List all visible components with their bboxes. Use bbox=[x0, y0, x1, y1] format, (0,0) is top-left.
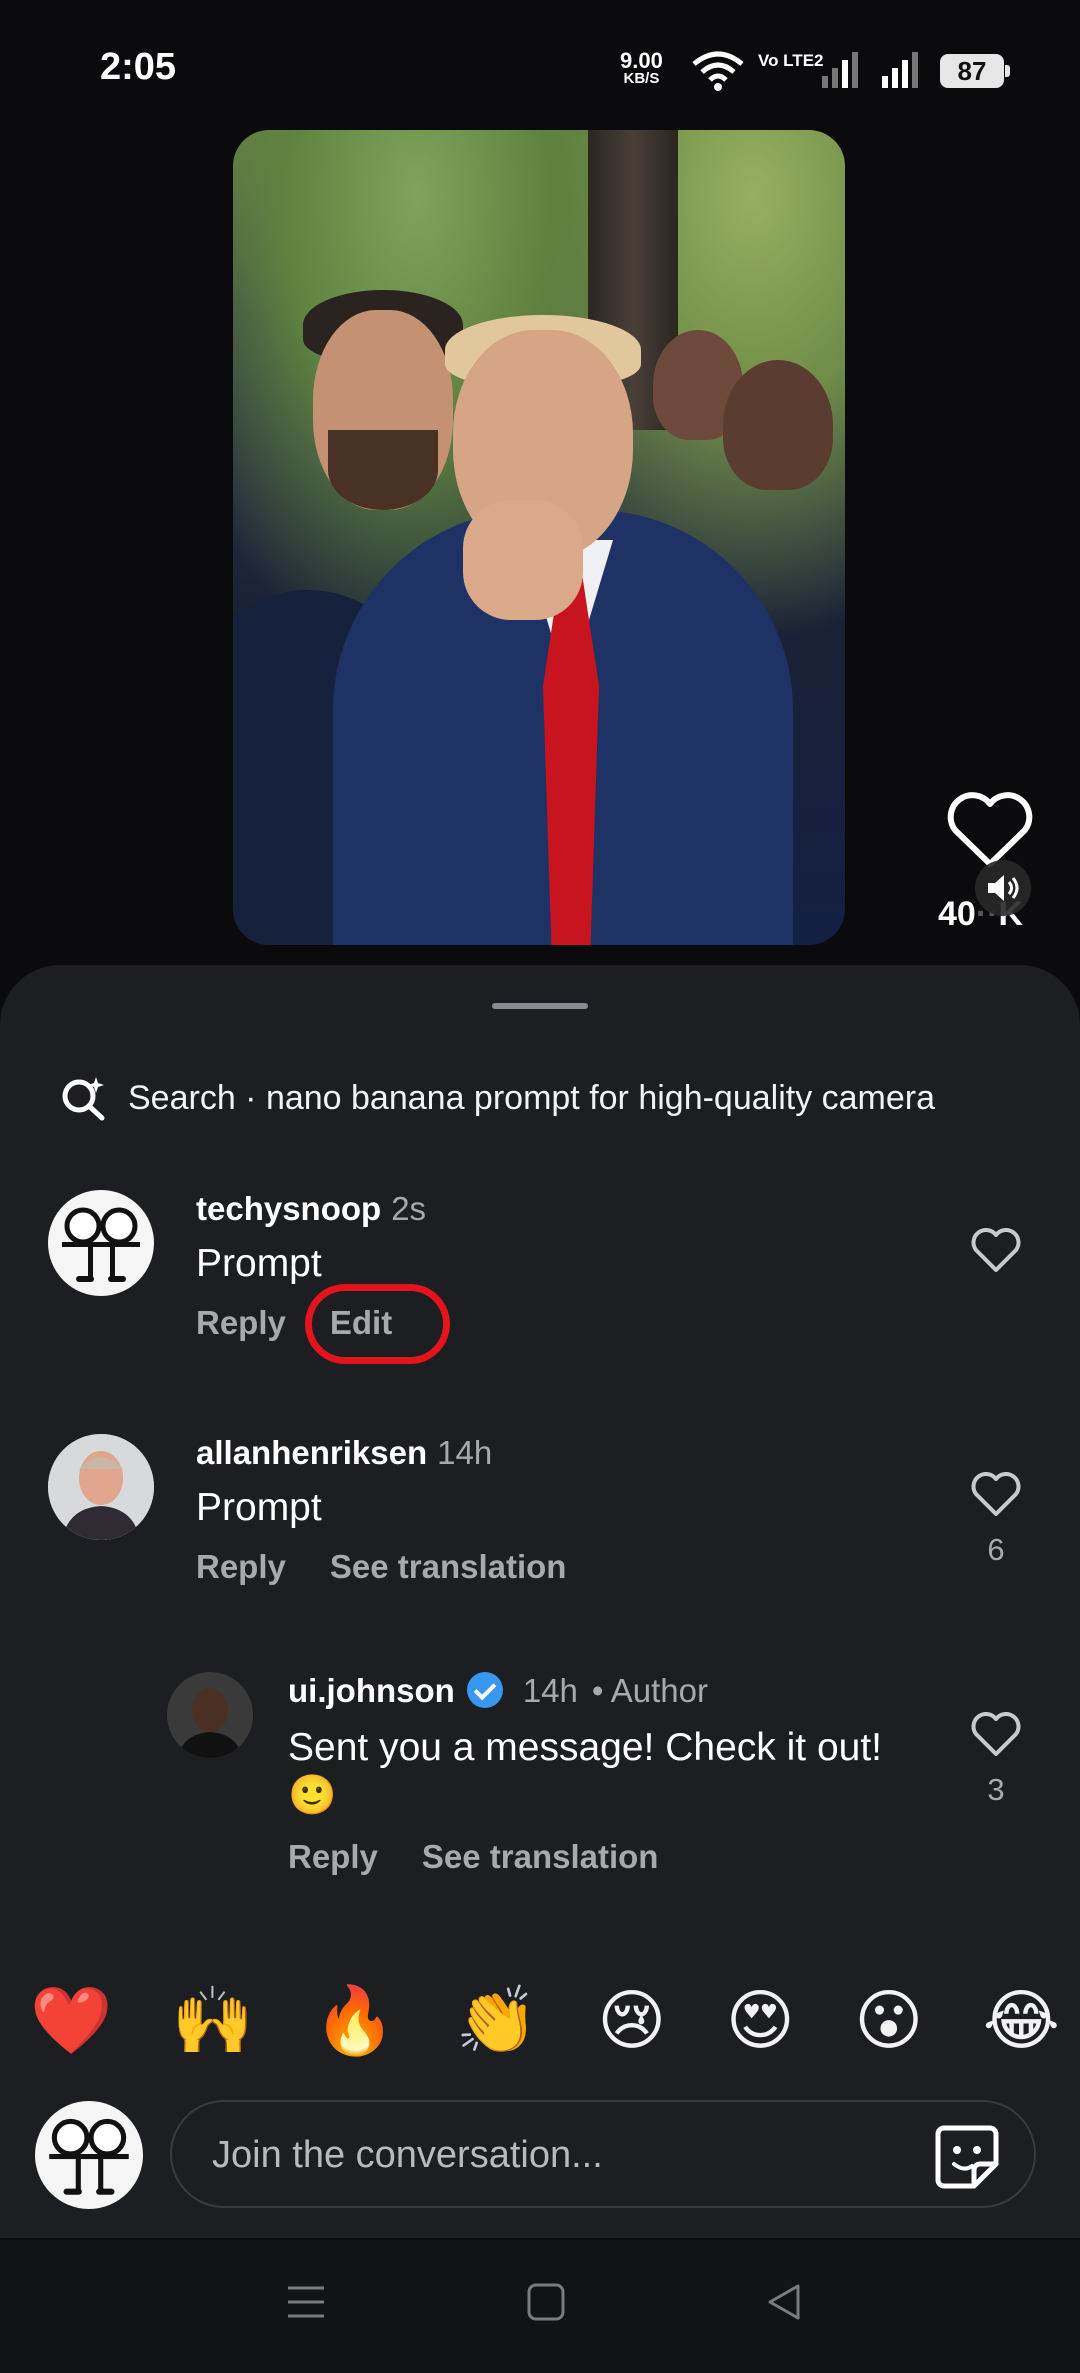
video-scene-hand bbox=[463, 500, 583, 620]
comment-username[interactable]: techysnoop 2s bbox=[196, 1190, 426, 1228]
see-translation-button[interactable]: See translation bbox=[330, 1548, 567, 1585]
emoji-button[interactable]: 🙌 bbox=[172, 1975, 254, 2065]
signal-icon-sim1 bbox=[822, 52, 858, 88]
comment-item: allanhenriksen 14h Prompt Reply See transl… bbox=[0, 1434, 1080, 1604]
comment-item: techysnoop 2s Prompt Reply Edit bbox=[0, 1190, 1080, 1360]
emoji-button[interactable]: ❤️ bbox=[30, 1975, 112, 2065]
emoji-button[interactable]: 😮 bbox=[854, 1975, 923, 2065]
reply-button[interactable]: Reply bbox=[196, 1548, 286, 1585]
like-count: 3 bbox=[987, 1772, 1005, 1807]
reply-button[interactable]: Reply bbox=[288, 1838, 378, 1875]
verified-badge-icon bbox=[466, 1672, 503, 1708]
drag-handle[interactable] bbox=[492, 1003, 588, 1009]
status-bar: 2:05 9.00 KB/S Vo LTE2 87 bbox=[0, 0, 1080, 130]
heart-icon[interactable] bbox=[945, 790, 1035, 870]
heart-icon[interactable] bbox=[970, 1472, 1022, 1518]
avatar[interactable] bbox=[48, 1434, 154, 1540]
video-scene-tie bbox=[543, 575, 599, 945]
avatar-photo bbox=[167, 1672, 253, 1758]
video-scene-beard bbox=[328, 430, 438, 510]
avatar-eyes-icon bbox=[62, 1207, 140, 1282]
like-count: 6 bbox=[987, 1532, 1005, 1567]
reply-item: ui.johnson 14h • Author Sent you a message… bbox=[0, 1672, 1080, 1892]
heart-icon[interactable] bbox=[970, 1712, 1022, 1758]
system-nav-bar bbox=[0, 2240, 1080, 2373]
comment-username[interactable]: allanhenriksen 14h bbox=[196, 1434, 492, 1472]
emoji-button[interactable]: 😢 bbox=[597, 1975, 666, 2065]
signal-icon-sim2 bbox=[882, 52, 918, 88]
comment-text: Prompt bbox=[196, 1486, 322, 1529]
reply-button[interactable]: Reply bbox=[196, 1304, 286, 1341]
back-icon[interactable] bbox=[764, 2282, 804, 2322]
comment-input[interactable] bbox=[210, 2122, 894, 2188]
avatar[interactable] bbox=[167, 1672, 253, 1758]
sticker-icon[interactable] bbox=[934, 2124, 1000, 2190]
comment-actions: Reply See translation bbox=[288, 1838, 702, 1876]
comment-actions: Reply See translation bbox=[196, 1548, 610, 1586]
battery-indicator: 87 bbox=[940, 54, 1010, 88]
search-suggestion-label: Search · nano banana prompt for high-qua… bbox=[128, 1078, 936, 1117]
video-scene-person bbox=[723, 360, 833, 490]
volte-indicator: Vo LTE2 bbox=[758, 51, 824, 70]
heart-icon[interactable] bbox=[970, 1228, 1022, 1274]
comment-composer bbox=[0, 2095, 1080, 2215]
emoji-button[interactable]: 🔥 bbox=[314, 1975, 396, 2065]
avatar bbox=[35, 2101, 143, 2209]
comment-input-container[interactable] bbox=[170, 2100, 1036, 2208]
search-suggestion[interactable]: Search · nano banana prompt for high-qua… bbox=[60, 1068, 1040, 1128]
see-translation-button[interactable]: See translation bbox=[422, 1838, 659, 1875]
search-sparkle-icon bbox=[62, 1077, 105, 1121]
volume-button[interactable] bbox=[975, 860, 1031, 916]
edit-highlight-ring bbox=[305, 1284, 450, 1364]
recent-apps-icon[interactable] bbox=[286, 2282, 326, 2322]
network-speed: 9.00 KB/S bbox=[620, 48, 663, 88]
emoji-button[interactable]: 👏 bbox=[456, 1975, 538, 2065]
emoji-button[interactable]: 😂 bbox=[983, 1975, 1060, 2065]
video-player[interactable] bbox=[233, 130, 845, 945]
wifi-icon bbox=[692, 51, 744, 91]
comment-text: Prompt bbox=[196, 1242, 322, 1285]
avatar[interactable] bbox=[48, 1190, 154, 1296]
comment-text: Sent you a message! Check it out!🙂 bbox=[288, 1726, 882, 1817]
emoji-button[interactable]: 😍 bbox=[726, 1975, 795, 2065]
clock: 2:05 bbox=[100, 46, 177, 88]
volume-icon bbox=[988, 875, 1019, 901]
avatar-photo bbox=[48, 1434, 154, 1540]
emoji-quick-bar: ❤️ 🙌 🔥 👏 😢 😍 😮 😂 bbox=[30, 1975, 1060, 2065]
avatar-eyes-icon bbox=[49, 2118, 129, 2195]
home-icon[interactable] bbox=[526, 2282, 566, 2322]
comment-username[interactable]: ui.johnson 14h • Author bbox=[288, 1672, 708, 1710]
